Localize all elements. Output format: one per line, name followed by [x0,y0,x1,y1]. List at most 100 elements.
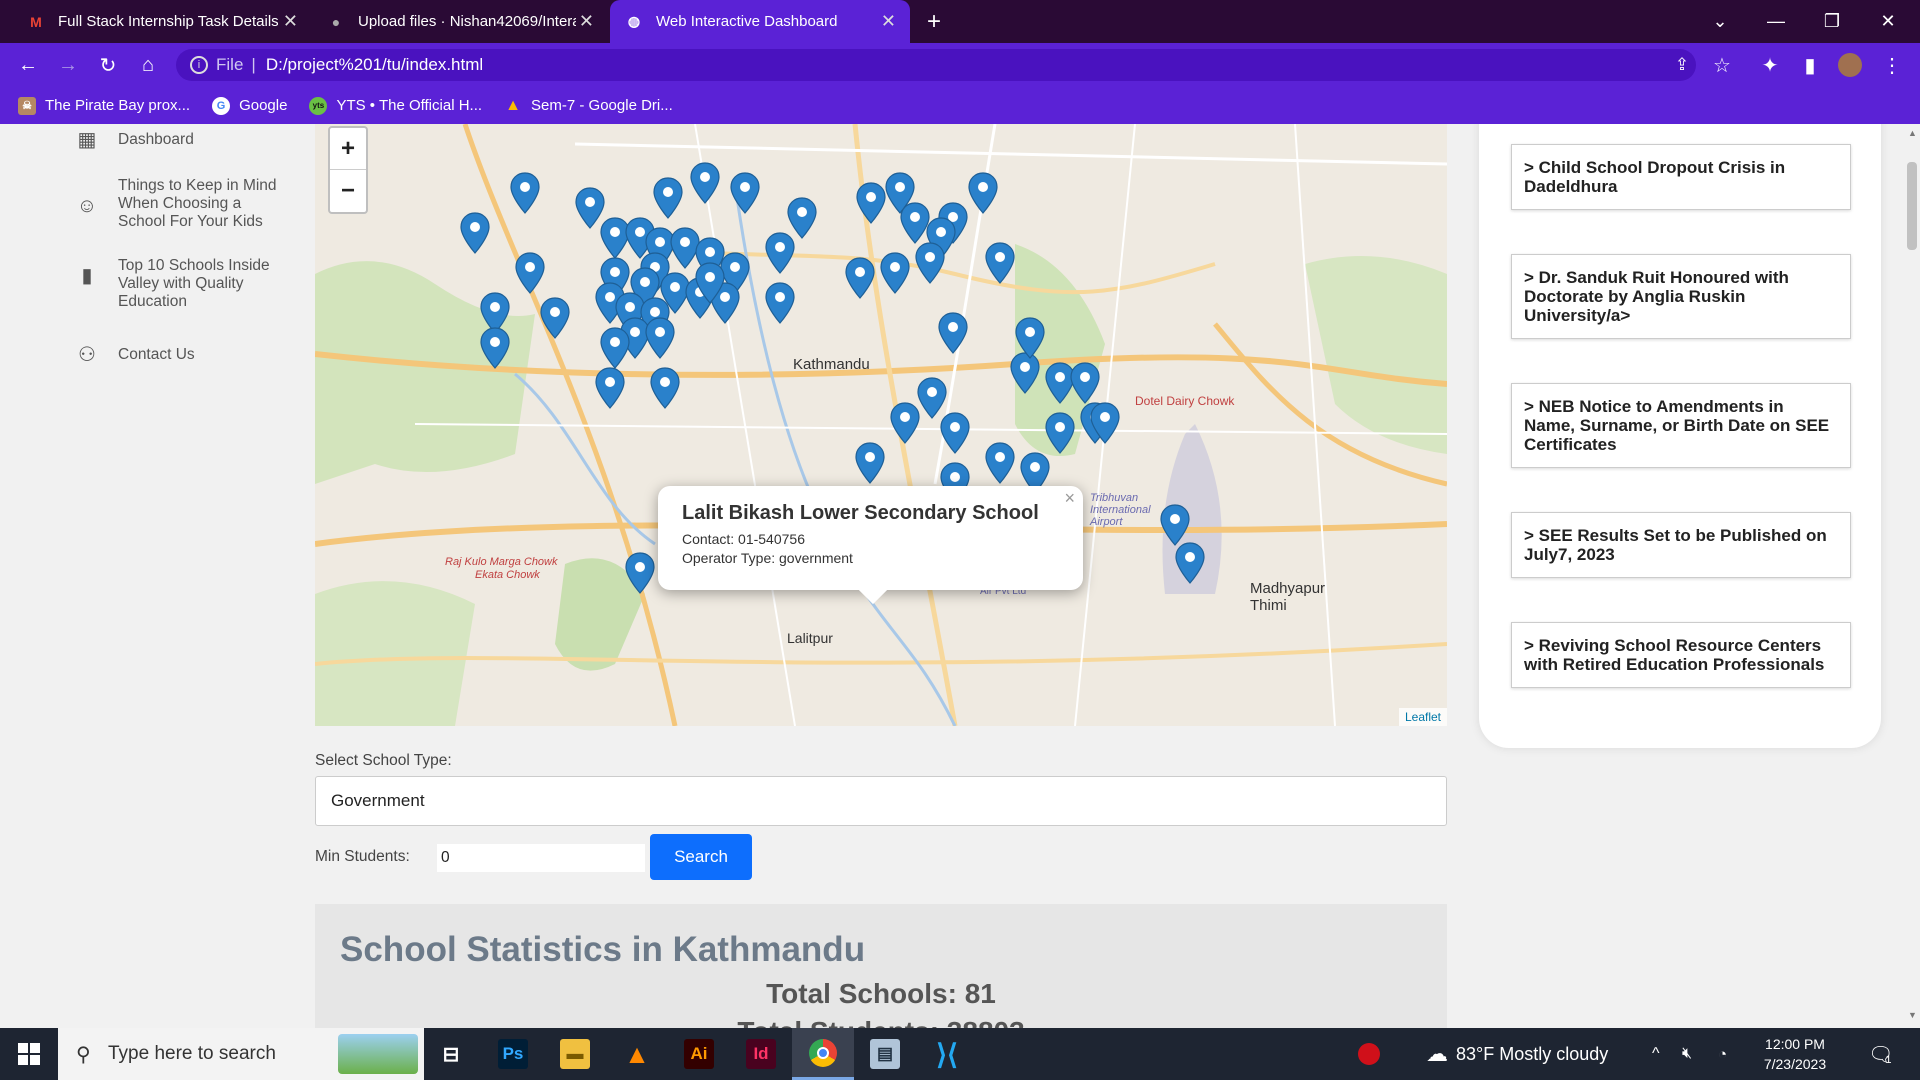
map-marker-icon[interactable] [845,257,875,299]
news-item[interactable]: > Reviving School Resource Centers with … [1511,622,1851,688]
map-marker-icon[interactable] [595,367,625,409]
illustrator-icon[interactable]: Ai [668,1028,730,1080]
taskbar-search-input[interactable]: ⚲ Type here to search [58,1028,424,1080]
map-marker-icon[interactable] [510,172,540,214]
avatar[interactable] [1834,49,1866,81]
tab-search-icon[interactable]: ⌄ [1692,0,1748,43]
sidebar-item-dashboard[interactable]: ▦ Dashboard [72,130,288,150]
side-panel-icon[interactable]: ▮ [1794,49,1826,81]
news-item[interactable]: > Dr. Sanduk Ruit Honoured with Doctorat… [1511,254,1851,339]
map-marker-icon[interactable] [653,177,683,219]
map-marker-icon[interactable] [645,317,675,359]
school-map[interactable]: + − Kathmandu Lalitpur Madhyapur Thimi D… [315,124,1447,726]
close-icon[interactable]: ✕ [881,11,896,32]
school-type-select[interactable]: Government [315,776,1447,826]
map-marker-icon[interactable] [938,312,968,354]
bookmark-item[interactable]: yts YTS • The Official H... [309,96,482,115]
scroll-up-icon[interactable]: ▲ [1908,128,1917,138]
wifi-icon[interactable]: ◔ [1718,1028,1727,1080]
map-marker-icon[interactable] [695,262,725,304]
zoom-in-button[interactable]: + [330,128,366,170]
map-marker-icon[interactable] [968,172,998,214]
bookmark-item[interactable]: ▲ Sem-7 - Google Dri... [504,97,673,115]
map-marker-icon[interactable] [915,242,945,284]
extensions-icon[interactable]: ✦ [1754,49,1786,81]
antivirus-icon[interactable] [1358,1028,1380,1080]
home-button[interactable]: ⌂ [132,49,164,81]
map-marker-icon[interactable] [625,552,655,594]
bookmark-star-icon[interactable]: ☆ [1706,49,1738,81]
map-marker-icon[interactable] [480,327,510,369]
tab-gmail[interactable]: M Full Stack Internship Task Details ✕ [12,0,312,43]
bookmark-item[interactable]: G Google [212,96,287,115]
map-marker-icon[interactable] [917,377,947,419]
map-marker-icon[interactable] [1175,542,1205,584]
close-icon[interactable]: ✕ [579,11,594,32]
task-view-icon[interactable]: ⊟ [420,1028,482,1080]
map-marker-icon[interactable] [730,172,760,214]
close-icon[interactable]: × [1064,488,1075,509]
map-marker-icon[interactable] [1070,362,1100,404]
back-button[interactable]: ← [12,49,44,81]
map-marker-icon[interactable] [855,442,885,484]
news-item[interactable]: > NEB Notice to Amendments in Name, Surn… [1511,383,1851,468]
file-explorer-icon[interactable]: ▬ [544,1028,606,1080]
map-marker-icon[interactable] [600,327,630,369]
forward-button[interactable]: → [52,49,84,81]
notification-icon[interactable]: 🗨︎ 1 [1868,1028,1893,1080]
map-marker-icon[interactable] [985,442,1015,484]
info-icon[interactable]: i [190,56,208,74]
page-scrollbar[interactable]: ▲ ▼ [1904,124,1920,1028]
restore-button[interactable]: ❐ [1804,0,1860,43]
indesign-icon[interactable]: Id [730,1028,792,1080]
map-marker-icon[interactable] [890,402,920,444]
vlc-icon[interactable]: ▲ [606,1028,668,1080]
vscode-icon[interactable]: ⟩⟨ [916,1028,978,1080]
map-marker-icon[interactable] [1015,317,1045,359]
close-icon[interactable]: ✕ [283,11,298,32]
zoom-out-button[interactable]: − [330,170,366,212]
scroll-down-icon[interactable]: ▼ [1908,1010,1917,1020]
leaflet-attribution[interactable]: Leaflet [1398,708,1447,726]
tray-chevron-icon[interactable]: ^ [1652,1028,1660,1080]
news-item[interactable]: > SEE Results Set to be Published on Jul… [1511,512,1851,578]
minimize-button[interactable]: — [1748,0,1804,43]
scroll-thumb[interactable] [1907,162,1917,250]
map-marker-icon[interactable] [880,252,910,294]
map-marker-icon[interactable] [856,182,886,224]
address-input[interactable]: i File | D:/project%201/tu/index.html [176,49,1696,81]
news-item[interactable]: > Child School Dropout Crisis in Dadeldh… [1511,144,1851,210]
sidebar-item-things-to-keep-in-mind[interactable]: ☺ Things to Keep in Mind When Choosing a… [72,177,288,231]
map-marker-icon[interactable] [765,232,795,274]
bookmark-item[interactable]: ☠ The Pirate Bay prox... [18,96,190,115]
close-window-button[interactable]: ✕ [1860,0,1916,43]
map-marker-icon[interactable] [515,252,545,294]
storage-icon[interactable]: ▤ [854,1028,916,1080]
map-marker-icon[interactable] [765,282,795,324]
map-marker-icon[interactable] [985,242,1015,284]
share-icon[interactable]: ⇪ [1666,49,1698,81]
map-marker-icon[interactable] [650,367,680,409]
sidebar-item-contact-us[interactable]: ⚇ Contact Us [72,345,288,365]
windows-start-button[interactable] [0,1028,58,1080]
tab-dashboard[interactable]: ◍ Web Interactive Dashboard ✕ [610,0,910,43]
map-marker-icon[interactable] [690,162,720,204]
weather-widget[interactable]: ☁ 83°F Mostly cloudy [1426,1028,1608,1080]
chrome-icon[interactable] [792,1028,854,1080]
map-marker-icon[interactable] [540,297,570,339]
reload-button[interactable]: ↻ [92,49,124,81]
search-button[interactable]: Search [650,834,752,880]
taskbar-clock[interactable]: 12:00 PM 7/23/2023 [1740,1034,1850,1074]
bookmarks-bar: ☠ The Pirate Bay prox... G Google yts YT… [0,87,1920,124]
map-marker-icon[interactable] [460,212,490,254]
page-content: ▦ Dashboard ☺ Things to Keep in Mind Whe… [0,124,1920,1028]
map-marker-icon[interactable] [1090,402,1120,444]
map-marker-icon[interactable] [1045,412,1075,454]
tab-github[interactable]: ● Upload files · Nishan42069/Intera ✕ [312,0,608,43]
min-students-input[interactable]: 0 [437,844,645,872]
menu-icon[interactable]: ⋮ [1876,49,1908,81]
speaker-muted-icon[interactable]: 🔇︎ [1682,1028,1692,1080]
photoshop-icon[interactable]: Ps [482,1028,544,1080]
new-tab-button[interactable]: + [906,0,962,43]
sidebar-item-top-10-schools[interactable]: ▮ Top 10 Schools Inside Valley with Qual… [72,257,288,311]
